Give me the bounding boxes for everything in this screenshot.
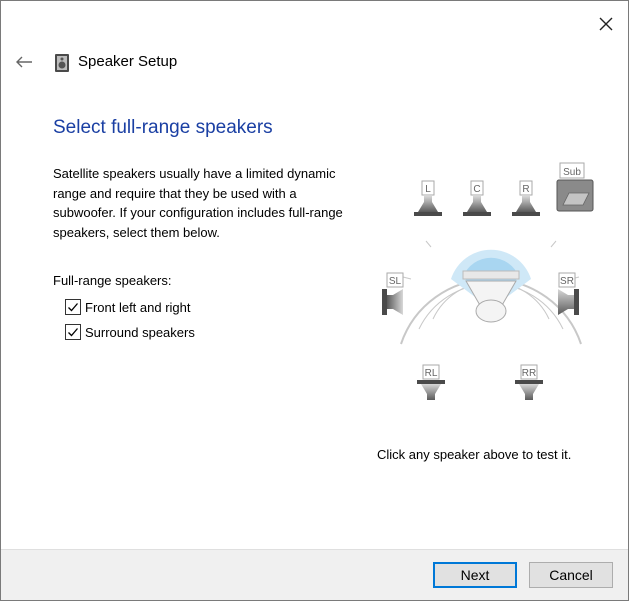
page-description: Satellite speakers usually have a limite… <box>53 166 343 240</box>
speaker-front-left-label: L <box>425 184 431 195</box>
speaker-front-right-label: R <box>522 184 529 195</box>
back-button[interactable] <box>9 49 39 75</box>
surround-speakers-label: Surround speakers <box>85 324 195 340</box>
checkmark-icon <box>68 303 78 312</box>
page-heading: Select full-range speakers <box>53 117 273 138</box>
speaker-center-label: C <box>473 184 480 195</box>
speaker-rear-right-label: RR <box>522 368 536 379</box>
front-left-right-checkbox[interactable]: Front left and right <box>65 299 191 315</box>
back-arrow-icon <box>16 56 32 68</box>
close-button[interactable] <box>589 7 623 41</box>
surround-speakers-checkbox[interactable]: Surround speakers <box>65 324 195 340</box>
speaker-subwoofer-label: Sub <box>563 167 581 178</box>
checkbox-box[interactable] <box>65 299 81 315</box>
window-title: Speaker Setup <box>78 53 178 70</box>
speaker-setup-window: Speaker Setup Select full-range speakers… <box>0 0 629 601</box>
checkbox-box[interactable] <box>65 324 81 340</box>
speaker-front-left[interactable]: L <box>414 180 442 216</box>
speaker-center[interactable]: C <box>463 180 491 216</box>
speaker-side-right[interactable]: SR <box>558 272 579 315</box>
cancel-button[interactable]: Cancel <box>529 562 613 588</box>
speaker-subwoofer[interactable]: Sub <box>556 162 594 212</box>
test-speaker-hint: Click any speaker above to test it. <box>377 447 572 462</box>
speaker-front-right[interactable]: R <box>512 180 540 216</box>
listener-icon <box>462 270 520 323</box>
speaker-layout-diagram: L C R Sub SL SR RL RR <box>382 162 594 400</box>
speaker-rear-right[interactable]: RR <box>515 364 543 400</box>
checkmark-icon <box>68 328 78 337</box>
full-range-group-label: Full-range speakers: <box>53 273 172 288</box>
front-left-right-label: Front left and right <box>85 299 191 315</box>
speaker-rear-left-label: RL <box>425 368 438 379</box>
close-icon <box>599 17 613 31</box>
speaker-rear-left[interactable]: RL <box>417 364 445 400</box>
speaker-app-icon <box>55 54 69 72</box>
footer-bar: Next Cancel <box>1 549 628 600</box>
speaker-side-left[interactable]: SL <box>382 272 404 315</box>
speaker-side-right-label: SR <box>560 276 574 287</box>
next-button[interactable]: Next <box>433 562 517 588</box>
speaker-side-left-label: SL <box>389 276 402 287</box>
